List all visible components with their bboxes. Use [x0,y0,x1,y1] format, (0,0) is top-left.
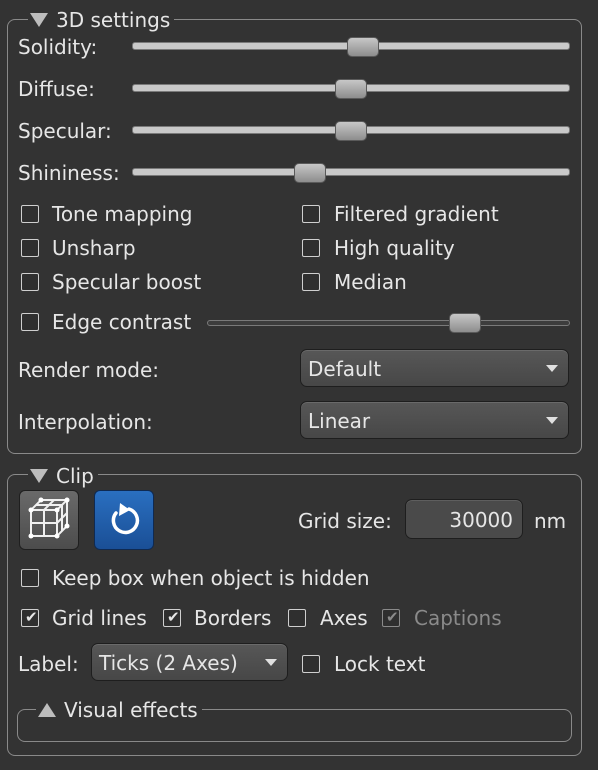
median-label[interactable]: Median [334,270,407,294]
chevron-down-icon [546,365,558,372]
shininess-slider-handle[interactable] [294,163,327,183]
keep-box-label[interactable]: Keep box when object is hidden [52,566,370,590]
cube-grid-icon [28,497,70,539]
shininess-label: Shininess: [18,161,120,185]
solidity-slider-handle[interactable] [347,37,380,57]
settings-3d-title: 3D settings [56,8,171,32]
clip-header[interactable]: Clip [28,465,98,487]
chevron-down-icon [546,417,558,424]
median-checkbox[interactable] [302,273,320,291]
label-dropdown[interactable]: Ticks (2 Axes) [91,643,288,681]
grid-size-unit: nm [534,509,567,533]
solidity-label: Solidity: [18,35,98,59]
filtered-gradient-label[interactable]: Filtered gradient [334,202,499,226]
clip-box-button[interactable] [19,490,79,550]
captions-label: Captions [414,606,502,630]
lock-text-label[interactable]: Lock text [334,652,425,676]
render-mode-value: Default [308,357,382,381]
edge-contrast-checkbox[interactable] [21,313,39,331]
reset-icon [111,503,140,535]
specular-boost-checkbox[interactable] [21,273,39,291]
label-dropdown-value: Ticks (2 Axes) [99,651,238,675]
visual-effects-header[interactable]: Visual effects [36,699,202,721]
edge-contrast-slider-handle[interactable] [448,313,481,333]
specular-label: Specular: [18,119,112,143]
specular-boost-label[interactable]: Specular boost [52,270,201,294]
filtered-gradient-checkbox[interactable] [302,205,320,223]
axes-checkbox[interactable] [288,609,306,627]
grid-size-label: Grid size: [298,509,392,533]
render-mode-dropdown[interactable]: Default [300,349,569,387]
diffuse-slider-handle[interactable] [335,79,367,99]
specular-slider-handle[interactable] [335,121,367,141]
unsharp-checkbox[interactable] [21,239,39,257]
visual-effects-title: Visual effects [64,698,198,722]
collapse-triangle-icon[interactable] [30,469,48,483]
render-mode-label: Render mode: [18,358,160,382]
settings-3d-header[interactable]: 3D settings [28,8,175,32]
borders-checkbox[interactable]: ✔ [163,608,181,627]
captions-checkbox: ✔ [382,608,400,627]
interpolation-dropdown[interactable]: Linear [300,401,569,439]
tone-mapping-checkbox[interactable] [21,205,39,223]
grid-size-value: 30000 [449,508,513,532]
grid-lines-label[interactable]: Grid lines [52,606,147,630]
clip-title: Clip [56,464,94,488]
lock-text-checkbox[interactable] [302,655,320,673]
grid-size-input[interactable]: 30000 [405,499,523,539]
collapse-triangle-icon[interactable] [30,13,48,27]
chevron-down-icon [265,659,277,666]
tone-mapping-label[interactable]: Tone mapping [52,202,192,226]
edge-contrast-slider-track[interactable] [207,320,570,326]
axes-label[interactable]: Axes [320,606,368,630]
label-field-label: Label: [18,652,79,676]
borders-label[interactable]: Borders [194,606,271,630]
reset-clip-button[interactable] [94,490,154,550]
edge-contrast-label[interactable]: Edge contrast [52,310,191,334]
expand-triangle-icon[interactable] [38,703,56,717]
unsharp-label[interactable]: Unsharp [52,236,136,260]
high-quality-label[interactable]: High quality [334,236,455,260]
grid-lines-checkbox[interactable]: ✔ [21,608,39,627]
interpolation-label: Interpolation: [18,410,153,434]
interpolation-value: Linear [308,409,371,433]
keep-box-checkbox[interactable] [21,569,39,587]
diffuse-label: Diffuse: [18,77,95,101]
high-quality-checkbox[interactable] [302,239,320,257]
shininess-slider-track[interactable] [132,168,570,176]
